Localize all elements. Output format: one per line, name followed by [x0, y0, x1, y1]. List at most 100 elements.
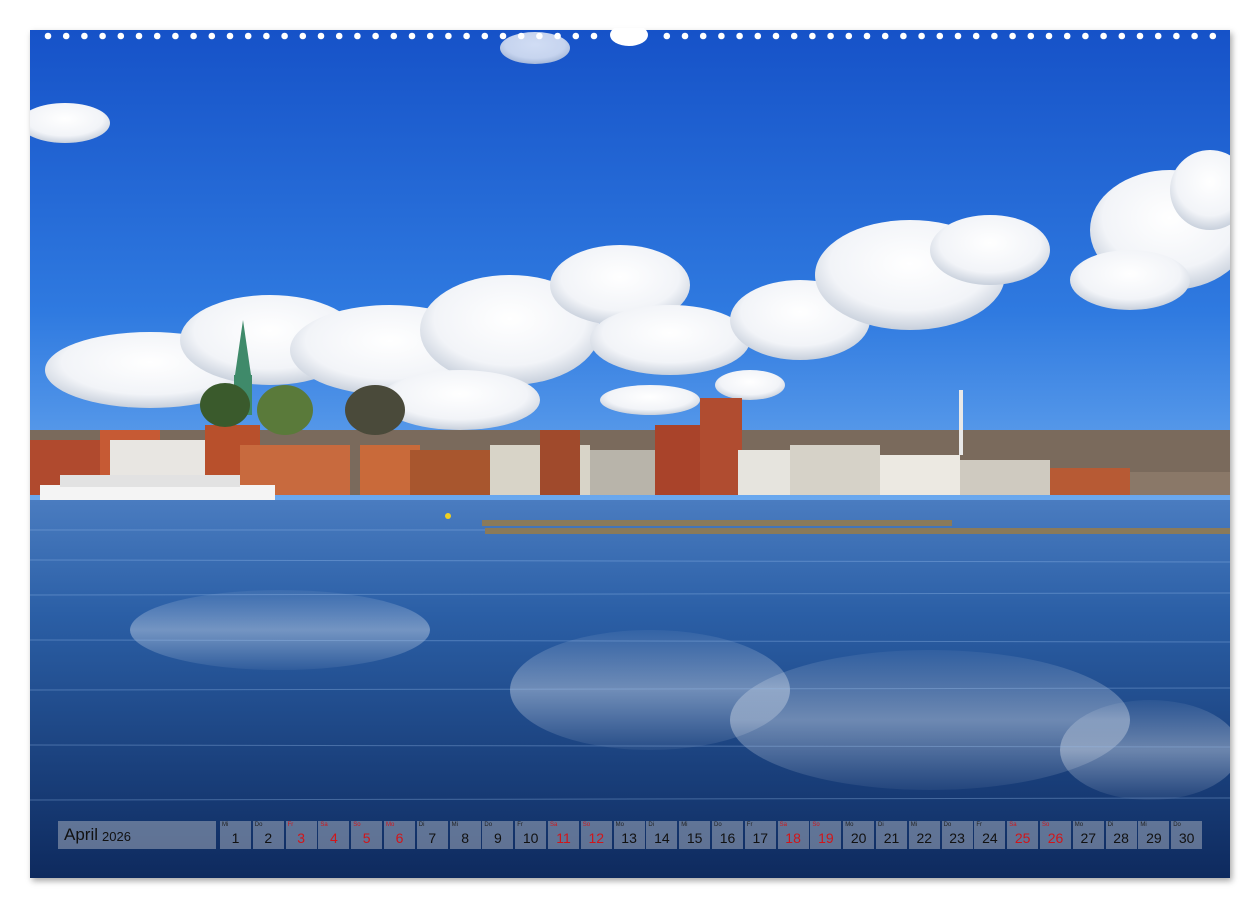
- binding-hole: [244, 32, 252, 40]
- day-cell: So 19: [810, 821, 842, 849]
- day-number: 14: [654, 830, 670, 846]
- day-number: 13: [621, 830, 637, 846]
- binding-hole: [62, 32, 70, 40]
- binding-hole: [226, 32, 234, 40]
- weekday-label: Di: [878, 822, 884, 828]
- day-cell: Fr 3: [285, 821, 317, 849]
- binding-hole: [900, 32, 907, 40]
- day-number: 24: [982, 830, 998, 846]
- binding-hole: [99, 32, 106, 40]
- day-number: 27: [1080, 830, 1097, 846]
- binding-hole: [1009, 32, 1016, 40]
- weekday-label: Sa: [320, 822, 328, 828]
- binding-hole: [1027, 32, 1035, 40]
- weekday-label: So: [812, 822, 820, 828]
- binding-hole: [863, 32, 871, 40]
- binding-hole: [517, 32, 525, 40]
- binding-hole: [954, 32, 962, 40]
- day-cell: Do 2: [252, 821, 284, 849]
- day-number: 11: [556, 830, 571, 846]
- binding-hole: [1173, 32, 1180, 40]
- day-cell: Fr 10: [515, 821, 547, 849]
- day-cell: Di 7: [416, 821, 448, 849]
- day-cell: Mi 8: [449, 821, 481, 849]
- day-number: 20: [850, 830, 867, 846]
- day-cell: Mi 22: [908, 821, 940, 849]
- day-cell: So 5: [351, 821, 383, 849]
- day-number: 18: [785, 830, 801, 846]
- weekday-label: Do: [254, 822, 263, 828]
- binding-hole: [263, 32, 270, 40]
- day-number: 25: [1014, 830, 1031, 846]
- binding-hole: [153, 32, 161, 40]
- binding-hole: [572, 32, 580, 40]
- binding-hole: [754, 32, 762, 40]
- day-cell: Do 9: [482, 821, 514, 849]
- day-cell: Mo 20: [843, 821, 875, 849]
- weekday-label: Fr: [746, 822, 753, 828]
- day-number: 6: [395, 830, 404, 846]
- weekday-label: Do: [484, 822, 493, 828]
- day-cell: Mo 6: [384, 821, 415, 849]
- weekday-label: So: [1042, 822, 1050, 828]
- weekday-label: Mi: [222, 822, 229, 828]
- binding-hole: [536, 32, 543, 40]
- weekday-label: Mo: [845, 822, 854, 828]
- binding-hole: [208, 32, 216, 40]
- day-number: 9: [493, 830, 502, 846]
- binding-hole: [1209, 32, 1217, 40]
- weekday-label: Do: [714, 822, 722, 828]
- binding-hole: [772, 32, 780, 40]
- day-cell: Mi 15: [679, 821, 711, 849]
- weekday-label: Di: [1107, 822, 1114, 828]
- day-number: 19: [818, 830, 834, 846]
- binding-hole: [1082, 32, 1089, 40]
- binding-hole: [463, 32, 470, 40]
- day-number: 22: [916, 830, 933, 846]
- binding-hole: [117, 32, 125, 40]
- weekday-label: Sa: [1009, 822, 1017, 828]
- binding-hole: [918, 32, 925, 40]
- binding-hole: [718, 32, 725, 40]
- day-number: 30: [1178, 830, 1195, 846]
- day-number: 8: [461, 830, 469, 846]
- weekday-label: Mi: [681, 822, 688, 828]
- weekday-label: Mo: [615, 822, 624, 828]
- day-cell: Sa 25: [1007, 821, 1039, 849]
- weekday-label: So: [582, 822, 591, 828]
- weekday-label: Do: [1173, 822, 1181, 828]
- binding-hole: [1100, 32, 1107, 40]
- binding-hole: [1136, 32, 1144, 40]
- binding-hole: [81, 32, 88, 40]
- day-number: 7: [428, 830, 437, 846]
- binding-hole: [317, 32, 325, 40]
- day-cell: Mi 29: [1138, 821, 1170, 849]
- binding-hole: [736, 32, 743, 40]
- day-cell: Sa 18: [777, 821, 809, 849]
- day-number: 2: [264, 830, 273, 846]
- day-cell: Mo 27: [1072, 821, 1104, 849]
- weekday-label: Sa: [550, 822, 558, 828]
- day-number: 10: [522, 830, 539, 846]
- binding-hole: [372, 32, 379, 40]
- day-cell: Mi 1: [220, 821, 251, 849]
- weekday-label: Fr: [976, 822, 983, 828]
- weekday-label: Mi: [451, 822, 458, 828]
- day-number: 23: [949, 830, 965, 846]
- day-number: 17: [752, 830, 769, 846]
- weekday-label: So: [353, 822, 361, 828]
- day-number: 4: [329, 830, 338, 846]
- binding-hole: [845, 32, 853, 40]
- binding-hole: [663, 32, 671, 40]
- calendar-strip: April 2026 Mi 1 Do 2 Fr 3 Sa 4 So 5 Mo 6 Di 7 Mi 8 Do 9 Fr…: [58, 821, 1203, 850]
- day-number: 1: [231, 830, 240, 846]
- binding-hole: [809, 32, 816, 40]
- day-number: 15: [686, 830, 703, 846]
- weekday-label: Do: [943, 822, 952, 828]
- binding-hole: [281, 32, 288, 40]
- day-cell: Di 28: [1105, 821, 1137, 849]
- binding-hole: [445, 32, 452, 40]
- month-name: April: [64, 825, 99, 844]
- binding-hole: [354, 32, 361, 40]
- weekday-label: Di: [648, 822, 655, 828]
